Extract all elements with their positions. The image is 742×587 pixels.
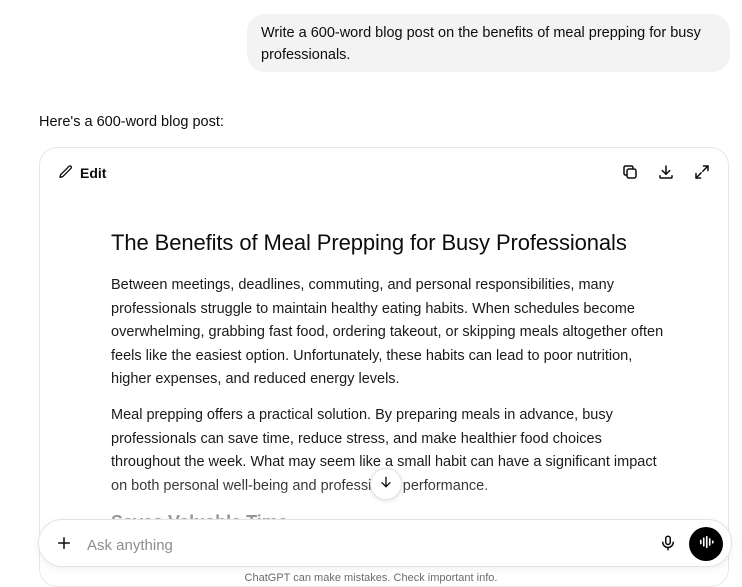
edit-label: Edit	[80, 165, 107, 181]
arrow-down-icon	[378, 474, 394, 495]
scroll-down-button[interactable]	[370, 468, 402, 500]
download-icon[interactable]	[656, 162, 676, 182]
expand-icon[interactable]	[692, 162, 712, 182]
composer	[38, 519, 732, 567]
copy-icon[interactable]	[620, 162, 640, 182]
plus-icon[interactable]	[55, 534, 75, 554]
edit-button[interactable]: Edit	[54, 160, 110, 186]
card-actions	[620, 162, 712, 182]
microphone-icon[interactable]	[659, 534, 679, 554]
user-message-text: Write a 600-word blog post on the benefi…	[261, 25, 701, 63]
document-title: The Benefits of Meal Prepping for Busy P…	[111, 230, 627, 255]
pencil-icon	[58, 164, 74, 183]
assistant-intro-text: Here's a 600-word blog post:	[39, 114, 224, 130]
ask-input[interactable]	[85, 532, 609, 558]
paragraph: Between meetings, deadlines, commuting, …	[111, 277, 664, 388]
voice-mode-button[interactable]	[689, 527, 723, 561]
waveform-icon	[697, 533, 715, 556]
user-message-bubble: Write a 600-word blog post on the benefi…	[247, 14, 730, 72]
footer-note: ChatGPT can make mistakes. Check importa…	[244, 572, 498, 584]
